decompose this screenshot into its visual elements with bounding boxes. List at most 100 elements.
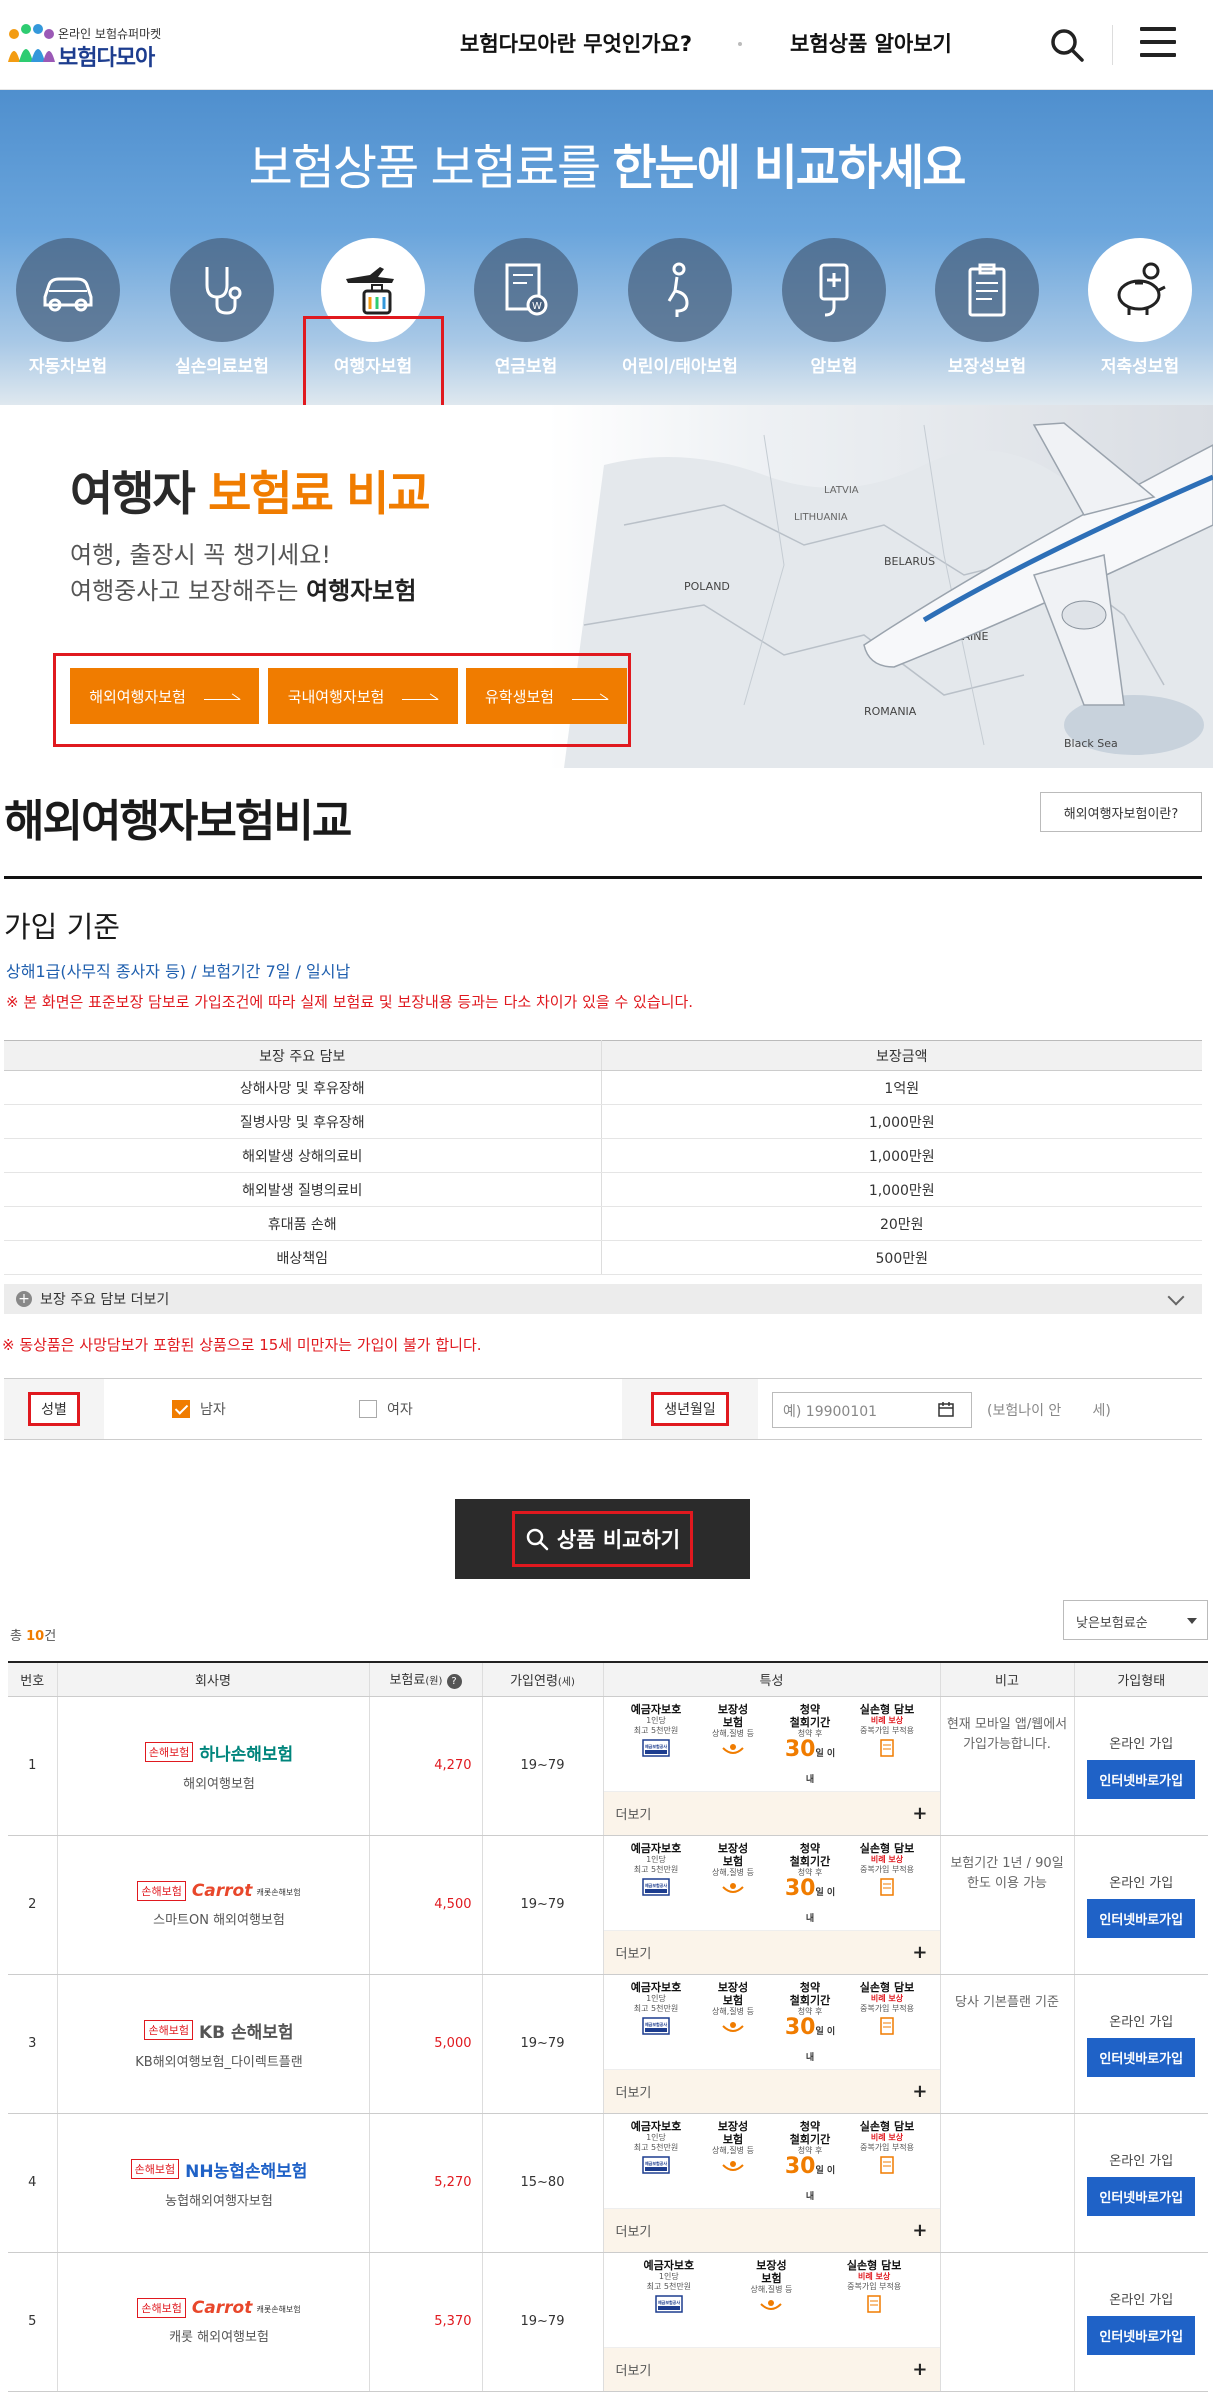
male-checkbox[interactable] xyxy=(172,1400,190,1418)
company-logo[interactable]: Carrot 캐롯손해보험 xyxy=(192,2298,301,2318)
protection-type-tile: 보장성 보험 상해,질병 등 xyxy=(705,1842,761,1930)
features-cell: 예금자보호 1인당 최고 5천만원 예금보험공사 보장성 보험 상해,질병 등 … xyxy=(603,2252,941,2392)
product-name[interactable]: 스마트ON 해외여행보험 xyxy=(70,1909,369,1928)
female-label[interactable]: 여자 xyxy=(387,1399,413,1419)
features-more-toggle[interactable]: 더보기 + xyxy=(603,2346,940,2391)
features-cell: 예금자보호 1인당 최고 5천만원 예금보험공사 보장성 보험 상해,질병 등 … xyxy=(603,1974,941,2114)
internet-join-button[interactable]: 인터넷바로가입 xyxy=(1087,1759,1196,1799)
deposit-insurance-seal-icon: 예금보험공사 xyxy=(655,2294,683,2313)
company-logo[interactable]: NH농협손해보험 xyxy=(185,2162,307,2182)
coverage-table: 보장 주요 담보 보장금액 상해사망 및 후유장해 1억원 질병사망 및 후유장해… xyxy=(4,1040,1202,1275)
deposit-protection-tile: 예금자보호 1인당 최고 5천만원 예금보험공사 xyxy=(628,1703,684,1791)
deposit-protection-tile: 예금자보호 1인당 최고 5천만원 예금보험공사 xyxy=(641,2259,697,2347)
coverage-more-toggle[interactable]: + 보장 주요 담보 더보기 xyxy=(4,1284,1202,1314)
col-header: 특성 xyxy=(603,1661,941,1697)
company-logo[interactable]: KB 손해보험 xyxy=(199,2023,294,2043)
join-type: 온라인 가입 xyxy=(1109,1875,1174,1891)
join-type-cell: 온라인 가입 인터넷바로가입 xyxy=(1074,1696,1208,1836)
indemnity-type-tile: 실손형 담보 비례 보상 중복가입 부적용 xyxy=(846,2259,902,2347)
features-more-toggle[interactable]: 더보기 + xyxy=(603,1790,940,1835)
female-checkbox[interactable] xyxy=(359,1400,377,1418)
join-type-cell: 온라인 가입 인터넷바로가입 xyxy=(1074,2252,1208,2392)
col-header: 가입형태 xyxy=(1074,1661,1208,1697)
map-label: BELARUS xyxy=(884,555,935,568)
category-children[interactable]: 어린이/태아보험 xyxy=(620,238,740,377)
product-name[interactable]: 농협해외여행자보험 xyxy=(70,2190,369,2209)
category-badge: 손해보험 xyxy=(137,1881,186,1901)
coverage-amount: 1,000만원 xyxy=(601,1104,1202,1139)
category-car[interactable]: 자동차보험 xyxy=(8,238,128,377)
join-type-cell: 온라인 가입 인터넷바로가입 xyxy=(1074,2113,1208,2253)
company-logo[interactable]: 하나손해보험 xyxy=(199,1745,293,1765)
features-more-toggle[interactable]: 더보기 + xyxy=(603,2207,940,2252)
company-cell: 손해보험 Carrot 캐롯손해보험 스마트ON 해외여행보험 xyxy=(57,1835,370,1975)
category-badge: 손해보험 xyxy=(144,2020,193,2040)
product-name[interactable]: 캐롯 해외여행보험 xyxy=(70,2326,369,2345)
product-row: 5 손해보험 Carrot 캐롯손해보험 캐롯 해외여행보험 5,370 19~7… xyxy=(8,2252,1208,2392)
category-protection[interactable]: 보장성보험 xyxy=(927,238,1047,377)
internet-join-button[interactable]: 인터넷바로가입 xyxy=(1087,2176,1196,2216)
join-type: 온라인 가입 xyxy=(1109,1736,1174,1752)
dropdown-arrow-icon xyxy=(1187,1618,1197,1624)
deposit-insurance-seal-icon: 예금보험공사 xyxy=(642,1877,670,1896)
withdrawal-period-tile: 청약 철회기간 청약 후 30일 이내 xyxy=(784,1702,836,1785)
compare-products-button[interactable]: 상품 비교하기 xyxy=(455,1499,750,1579)
category-medical[interactable]: 실손의료보험 xyxy=(162,238,282,377)
calendar-icon[interactable] xyxy=(938,1401,954,1417)
criteria-title: 가입 기준 xyxy=(4,910,120,944)
plus-icon: + xyxy=(912,1941,928,1963)
map-label: LATVIA xyxy=(824,485,859,496)
company-logo[interactable]: Carrot 캐롯손해보험 xyxy=(192,1881,301,1901)
site-logo[interactable]: 온라인 보험슈퍼마켓 보험다모아 xyxy=(6,20,206,71)
age-warning-text: ※ 동상품은 사망담보가 포함된 상품으로 15세 미만자는 가입이 불가 합니… xyxy=(2,1336,482,1354)
features-more-toggle[interactable]: 더보기 + xyxy=(603,2068,940,2113)
protection-type-tile: 보장성 보험 상해,질병 등 xyxy=(743,2259,799,2347)
stethoscope-icon xyxy=(205,267,242,315)
features-more-toggle[interactable]: 더보기 + xyxy=(603,1929,940,1974)
nav-products[interactable]: 보험상품 알아보기 xyxy=(790,28,952,58)
deposit-insurance-seal-icon: 예금보험공사 xyxy=(642,2016,670,2035)
internet-join-button[interactable]: 인터넷바로가입 xyxy=(1087,2315,1196,2355)
chevron-down-icon xyxy=(1167,1288,1185,1306)
category-pension[interactable]: W 연금보험 xyxy=(466,238,586,377)
sort-select[interactable]: 낮은보험료순 xyxy=(1063,1600,1208,1640)
shield-hands-icon xyxy=(760,2299,783,2310)
seal-text: 예금보험공사 xyxy=(645,2021,667,2027)
product-name[interactable]: 해외여행보험 xyxy=(70,1773,369,1792)
internet-join-button[interactable]: 인터넷바로가입 xyxy=(1087,2037,1196,2077)
coverage-item: 해외발생 질병의료비 xyxy=(4,1172,602,1207)
gender-label-cell: 성별 xyxy=(4,1379,104,1439)
product-name[interactable]: KB해외여행보험_다이렉트플랜 xyxy=(70,2051,369,2070)
join-type: 온라인 가입 xyxy=(1109,2014,1174,2030)
coverage-amount: 1,000만원 xyxy=(601,1138,1202,1173)
col-header: 번호 xyxy=(8,1661,58,1697)
indemnity-type-tile: 실손형 담보 비례 보상 중복가입 부적용 xyxy=(859,1703,915,1791)
category-savings[interactable]: 저축성보험 xyxy=(1080,238,1200,377)
nav-about[interactable]: 보험다모아란 무엇인가요? xyxy=(460,28,692,58)
help-icon[interactable]: ? xyxy=(446,1674,462,1690)
product-row: 4 손해보험 NH농협손해보험 농협해외여행자보험 5,270 15~80 예금자… xyxy=(8,2113,1208,2253)
remark xyxy=(940,2252,1075,2392)
about-overseas-insurance-button[interactable]: 해외여행자보험이란? xyxy=(1040,792,1202,832)
category-label: 암보험 xyxy=(810,357,858,377)
category-badge: 손해보험 xyxy=(137,2298,186,2318)
gender-label: 성별 xyxy=(28,1392,80,1426)
row-number: 1 xyxy=(8,1696,58,1836)
internet-join-button[interactable]: 인터넷바로가입 xyxy=(1087,1898,1196,1938)
protection-type-tile: 보장성 보험 상해,질병 등 xyxy=(705,1981,761,2069)
hamburger-menu-icon[interactable] xyxy=(1140,27,1176,61)
seal-text: 예금보험공사 xyxy=(645,1743,667,1749)
row-number: 3 xyxy=(8,1974,58,2114)
age-range: 19~79 xyxy=(482,1835,604,1975)
join-type: 온라인 가입 xyxy=(1109,2153,1174,2169)
premium-amount: 5,370 xyxy=(369,2252,483,2392)
category-cancer[interactable]: 암보험 xyxy=(774,238,894,377)
search-icon xyxy=(526,1528,549,1551)
category-label: 저축성보험 xyxy=(1100,357,1180,377)
birth-label-cell: 생년월일 xyxy=(622,1379,758,1439)
search-icon[interactable] xyxy=(1048,26,1086,64)
male-label[interactable]: 남자 xyxy=(200,1399,226,1419)
birth-label: 생년월일 xyxy=(651,1392,729,1426)
deposit-protection-tile: 예금자보호 1인당 최고 5천만원 예금보험공사 xyxy=(628,1842,684,1930)
company-cell: 손해보험 KB 손해보험 KB해외여행보험_다이렉트플랜 xyxy=(57,1974,370,2114)
